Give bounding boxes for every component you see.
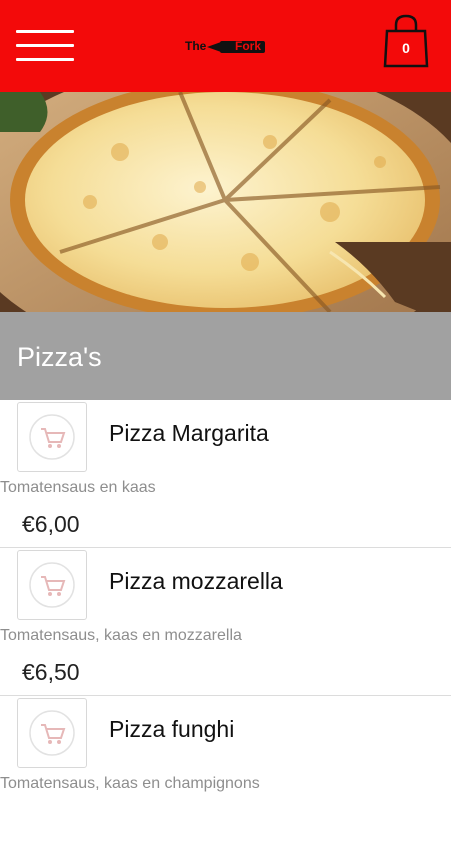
add-to-cart-button[interactable] <box>17 698 87 768</box>
product-description: Tomatensaus, kaas en champignons <box>0 775 260 792</box>
cart-button[interactable]: 0 <box>381 13 431 69</box>
product-price: €6,00 <box>22 511 80 537</box>
add-to-cart-icon <box>29 414 75 460</box>
hero-pizza-image <box>0 92 451 312</box>
category-header: Pizza's <box>0 312 451 400</box>
logo-word-fork: Fork <box>235 39 262 53</box>
brand-logo[interactable]: The Fork <box>183 36 267 58</box>
add-to-cart-button[interactable] <box>17 402 87 472</box>
product-name: Pizza Margarita <box>109 420 269 446</box>
category-title: Pizza's <box>17 342 102 372</box>
hamburger-menu-icon[interactable] <box>16 28 74 62</box>
add-to-cart-button[interactable] <box>17 550 87 620</box>
product-description: Tomatensaus en kaas <box>0 479 156 496</box>
product-description: Tomatensaus, kaas en mozzarella <box>0 627 242 644</box>
add-to-cart-icon <box>29 710 75 756</box>
product-item[interactable]: Pizza mozzarella Tomatensaus, kaas en mo… <box>0 548 451 696</box>
app-header: The Fork 0 <box>0 0 451 92</box>
logo-word-the: The <box>185 39 207 53</box>
product-name: Pizza mozzarella <box>109 568 283 594</box>
product-item[interactable]: Pizza Margarita Tomatensaus en kaas €6,0… <box>0 400 451 548</box>
cart-count: 0 <box>402 40 410 56</box>
add-to-cart-icon <box>29 562 75 608</box>
product-name: Pizza funghi <box>109 716 235 742</box>
product-item[interactable]: Pizza funghi Tomatensaus, kaas en champi… <box>0 696 451 843</box>
product-price: €6,50 <box>22 659 80 685</box>
